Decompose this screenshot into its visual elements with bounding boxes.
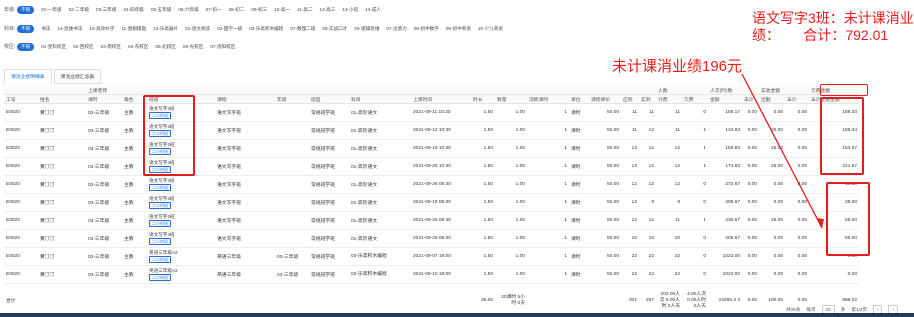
- pager-page: 第1/3页: [851, 306, 867, 312]
- pager-per-label: 每页: [806, 306, 816, 312]
- taskbar: [0, 313, 914, 317]
- annotation-middle: 未计课消业绩196元: [612, 58, 743, 75]
- annotation-arrow: [741, 73, 824, 229]
- annotation-line-1: 语文写字3班：未计课消业: [752, 10, 914, 26]
- annotation-top-right: 语文写字3班：未计课消业 绩： 合计：792.01: [752, 10, 914, 44]
- annotation-line-2: 绩： 合计：792.01: [752, 27, 889, 43]
- pager-unit: 条: [840, 306, 846, 312]
- pager-total: 共25条: [786, 306, 801, 312]
